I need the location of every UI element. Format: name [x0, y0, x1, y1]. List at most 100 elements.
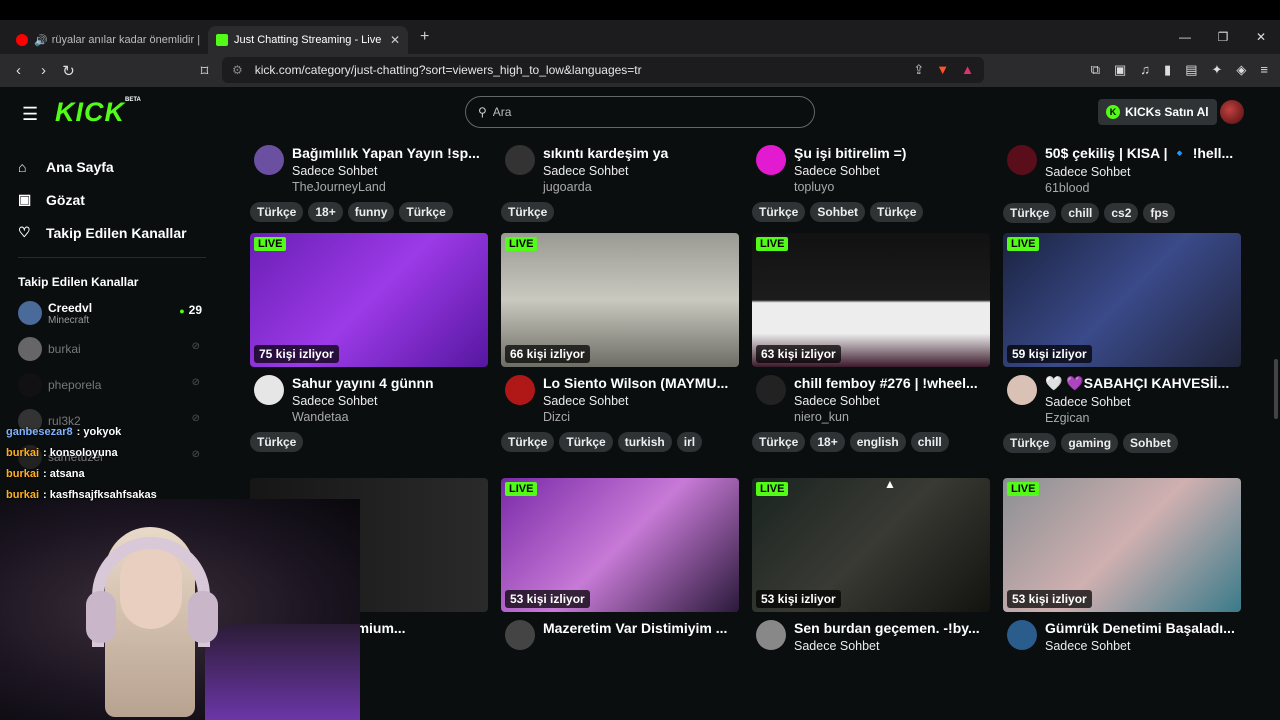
- stream-category[interactable]: Sadece Sohbet: [794, 639, 990, 653]
- stream-category[interactable]: Sadece Sohbet: [543, 394, 739, 408]
- extensions-icon[interactable]: ⧉: [1091, 62, 1100, 78]
- stream-title[interactable]: 50$ çekiliş | KISA | 🔹 !hell...: [1045, 145, 1237, 162]
- channel-name[interactable]: Dizci: [543, 410, 739, 424]
- channel-avatar[interactable]: [254, 375, 284, 405]
- stream-category[interactable]: Sadece Sohbet: [1045, 165, 1241, 179]
- close-window-icon[interactable]: ✕: [1242, 30, 1280, 44]
- channel-name[interactable]: topluyo: [794, 180, 990, 194]
- browser-tab[interactable]: 🔊 rüyalar anılar kadar önemlidir | Yo: [8, 26, 208, 54]
- stream-category[interactable]: Sadece Sohbet: [292, 164, 488, 178]
- stream-tag[interactable]: Türkçe: [752, 432, 806, 452]
- stream-thumbnail[interactable]: LIVE 53 kişi izliyor: [501, 478, 739, 612]
- stream-category[interactable]: Sadece Sohbet: [543, 164, 739, 178]
- search-input[interactable]: [492, 105, 793, 119]
- stream-title[interactable]: Sen burdan geçemen. -!by...: [794, 620, 986, 636]
- stream-title[interactable]: Bağımlılık Yapan Yayın !sp...: [292, 145, 484, 161]
- buy-kicks-button[interactable]: K KICKs Satın Al: [1098, 99, 1217, 125]
- channel-name[interactable]: jugoarda: [543, 180, 739, 194]
- browser-tab-active[interactable]: Just Chatting Streaming - Live St ✕: [208, 26, 408, 54]
- sidebar-icon[interactable]: ▮: [1164, 62, 1171, 78]
- channel-name[interactable]: TheJourneyLand: [292, 180, 488, 194]
- page-scrollbar[interactable]: [1272, 137, 1280, 720]
- stream-title[interactable]: sıkıntı kardeşim ya: [543, 145, 735, 161]
- site-info-icon[interactable]: ⚙: [232, 63, 243, 77]
- stream-title[interactable]: Gümrük Denetimi Başaladı...: [1045, 620, 1237, 636]
- followed-channel[interactable]: burkai ⊘: [18, 331, 206, 367]
- stream-tag[interactable]: 18+: [308, 202, 343, 222]
- stream-tag[interactable]: Türkçe: [501, 432, 555, 452]
- stream-tag[interactable]: Sohbet: [810, 202, 866, 222]
- bookmark-icon[interactable]: ⌑: [192, 62, 217, 80]
- stream-tag[interactable]: Türkçe: [250, 202, 304, 222]
- stream-tag[interactable]: funny: [347, 202, 395, 222]
- stream-title[interactable]: chill femboy #276 | !wheel...: [794, 375, 986, 391]
- channel-avatar[interactable]: [505, 145, 535, 175]
- wallet-icon[interactable]: ▤: [1185, 62, 1197, 78]
- stream-tag[interactable]: english: [849, 432, 906, 452]
- stream-tag[interactable]: Türkçe: [752, 202, 806, 222]
- user-avatar[interactable]: [1220, 100, 1244, 124]
- followed-channel[interactable]: CreedvlMinecraft 29: [18, 295, 206, 331]
- channel-name[interactable]: 61blood: [1045, 181, 1241, 195]
- stream-thumbnail[interactable]: LIVE 59 kişi izliyor: [1003, 233, 1241, 367]
- stream-thumbnail[interactable]: LIVE 63 kişi izliyor: [752, 233, 990, 367]
- stream-tag[interactable]: chill: [910, 432, 949, 452]
- channel-avatar[interactable]: [756, 375, 786, 405]
- channel-avatar[interactable]: [1007, 145, 1037, 175]
- stream-category[interactable]: Sadece Sohbet: [1045, 639, 1241, 653]
- channel-name[interactable]: niero_kun: [794, 410, 990, 424]
- sidebar-item-home[interactable]: ⌂ Ana Sayfa: [18, 150, 220, 183]
- channel-name[interactable]: Ezgican: [1045, 411, 1241, 425]
- stream-tag[interactable]: Türkçe: [870, 202, 924, 222]
- sidebar-item-browse[interactable]: ▣ Gözat: [18, 183, 220, 216]
- leo-icon[interactable]: ✦: [1212, 62, 1223, 78]
- stream-tag[interactable]: chill: [1061, 203, 1100, 223]
- stream-category[interactable]: Sadece Sohbet: [794, 164, 990, 178]
- stream-tag[interactable]: 18+: [810, 432, 845, 452]
- stream-tag[interactable]: Türkçe: [559, 432, 613, 452]
- followed-channel[interactable]: pheporela ⊘: [18, 367, 206, 403]
- stream-title[interactable]: Şu işi bitirelim =): [794, 145, 986, 161]
- stream-card[interactable]: LIVE 59 kişi izliyor 🤍 💜SABAHÇI KAHVESİİ…: [1003, 233, 1241, 477]
- forward-icon[interactable]: ›: [31, 62, 56, 79]
- stream-tag[interactable]: Türkçe: [501, 202, 555, 222]
- back-icon[interactable]: ‹: [6, 62, 31, 79]
- stream-category[interactable]: Sadece Sohbet: [794, 394, 990, 408]
- stream-title[interactable]: Sahur yayını 4 günnn: [292, 375, 484, 391]
- stream-tag[interactable]: cs2: [1104, 203, 1139, 223]
- scrollbar-thumb[interactable]: [1274, 359, 1278, 419]
- stream-tag[interactable]: Türkçe: [250, 432, 304, 452]
- share-icon[interactable]: ⇪: [913, 62, 924, 78]
- reload-icon[interactable]: ↻: [56, 62, 81, 80]
- screenshot-icon[interactable]: ▣: [1114, 62, 1126, 78]
- stream-thumbnail[interactable]: LIVE 53 kişi izliyor: [1003, 478, 1241, 612]
- stream-card[interactable]: LIVE 53 kişi izliyor Sen burdan geçemen.…: [752, 478, 990, 720]
- stream-tag[interactable]: turkish: [617, 432, 672, 452]
- rewards-icon[interactable]: ▲: [961, 62, 974, 78]
- hamburger-menu-icon[interactable]: ☰: [22, 104, 38, 125]
- url-field[interactable]: ⚙ kick.com/category/just-chatting?sort=v…: [222, 57, 984, 83]
- search-box[interactable]: ⚲: [465, 96, 815, 128]
- channel-avatar[interactable]: [505, 375, 535, 405]
- close-tab-icon[interactable]: ✕: [390, 33, 400, 47]
- stream-title[interactable]: Lo Siento Wilson (MAYMU...: [543, 375, 735, 391]
- minimize-icon[interactable]: —: [1166, 30, 1204, 44]
- stream-card[interactable]: LIVE 53 kişi izliyor Gümrük Denetimi Baş…: [1003, 478, 1241, 720]
- menu-icon[interactable]: ≡: [1260, 62, 1268, 78]
- stream-card[interactable]: LIVE 75 kişi izliyor Sahur yayını 4 günn…: [250, 233, 488, 477]
- stream-card[interactable]: LIVE 66 kişi izliyor Lo Siento Wilson (M…: [501, 233, 739, 477]
- channel-avatar[interactable]: [756, 145, 786, 175]
- stream-tag[interactable]: gaming: [1061, 433, 1119, 453]
- maximize-icon[interactable]: ❐: [1204, 30, 1242, 44]
- stream-tag[interactable]: Türkçe: [1003, 433, 1057, 453]
- channel-avatar[interactable]: [505, 620, 535, 650]
- channel-name[interactable]: Wandetaa: [292, 410, 488, 424]
- stream-title[interactable]: Mazeretim Var Distimiyim ...: [543, 620, 735, 636]
- stream-thumbnail[interactable]: LIVE 53 kişi izliyor: [752, 478, 990, 612]
- sidebar-item-following[interactable]: ♡ Takip Edilen Kanallar: [18, 216, 220, 249]
- stream-tag[interactable]: irl: [676, 432, 703, 452]
- stream-category[interactable]: Sadece Sohbet: [1045, 395, 1241, 409]
- stream-thumbnail[interactable]: LIVE 75 kişi izliyor: [250, 233, 488, 367]
- stream-tag[interactable]: Türkçe: [399, 202, 453, 222]
- channel-avatar[interactable]: [1007, 375, 1037, 405]
